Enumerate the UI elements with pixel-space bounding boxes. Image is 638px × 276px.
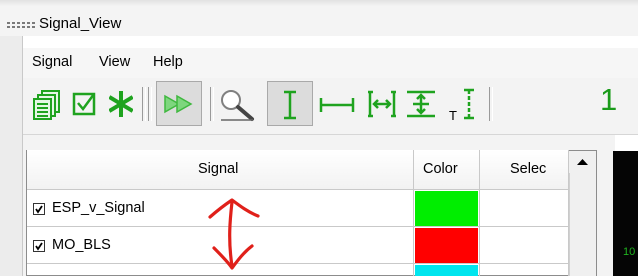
column-header-select[interactable]: Selec bbox=[480, 150, 569, 190]
vertical-cursor-button[interactable] bbox=[267, 81, 313, 126]
window-app-icon bbox=[7, 22, 35, 28]
fit-vertical-icon[interactable] bbox=[405, 89, 437, 119]
signal-plot-panel[interactable]: 10 bbox=[613, 151, 638, 276]
play-forward-icon bbox=[164, 94, 193, 114]
column-header-label: Color bbox=[423, 161, 458, 177]
column-header-color[interactable]: Color bbox=[414, 150, 480, 190]
checkbox-icon[interactable] bbox=[72, 91, 98, 117]
plot-axis-value: 10 bbox=[623, 246, 636, 258]
menu-signal[interactable]: Signal bbox=[32, 54, 72, 70]
column-header-label: Signal bbox=[198, 161, 239, 177]
color-swatch-red bbox=[415, 228, 478, 263]
window-frame-left bbox=[0, 36, 22, 276]
column-header-label: Selec bbox=[510, 161, 547, 177]
color-cell[interactable] bbox=[414, 227, 480, 264]
toolbar-separator bbox=[142, 87, 146, 121]
row-checkbox[interactable] bbox=[33, 240, 45, 252]
color-cell[interactable] bbox=[414, 190, 480, 227]
title-bar: Signal_View bbox=[0, 0, 638, 36]
window-title: Signal_View bbox=[39, 15, 122, 32]
select-cell[interactable] bbox=[480, 264, 569, 276]
fit-horizontal-icon[interactable] bbox=[367, 89, 397, 119]
horizontal-measure-icon[interactable] bbox=[319, 96, 355, 114]
scroll-up-arrow-icon[interactable] bbox=[569, 151, 596, 173]
vertical-cursor-icon bbox=[284, 90, 296, 120]
toolbar: T 1 bbox=[23, 78, 638, 134]
vertical-text-cursor-icon[interactable]: T bbox=[448, 88, 478, 122]
color-swatch-cyan bbox=[415, 265, 478, 276]
signal-name: ESP_v_Signal bbox=[52, 200, 145, 216]
row-checkbox[interactable] bbox=[33, 203, 45, 215]
toolbar-trailing-text: 1 bbox=[600, 82, 618, 117]
column-header-signal[interactable]: Signal bbox=[27, 150, 414, 190]
toolbar-separator bbox=[210, 87, 214, 121]
zoom-icon[interactable] bbox=[219, 88, 255, 122]
toolbar-separator bbox=[148, 87, 152, 121]
color-cell[interactable] bbox=[414, 264, 480, 276]
signal-name: MO_BLS bbox=[52, 237, 111, 253]
asterisk-icon[interactable] bbox=[109, 91, 133, 117]
menu-help[interactable]: Help bbox=[153, 54, 183, 70]
select-cell[interactable] bbox=[480, 227, 569, 264]
menu-view[interactable]: View bbox=[99, 54, 130, 70]
color-swatch-green bbox=[415, 191, 478, 226]
menu-bar: Signal View Help bbox=[23, 48, 638, 78]
toolbar-separator bbox=[489, 87, 493, 121]
select-cell[interactable] bbox=[480, 190, 569, 227]
svg-text:T: T bbox=[449, 108, 457, 122]
window-top-edge bbox=[0, 0, 638, 6]
play-forward-button[interactable] bbox=[156, 81, 202, 126]
double-arrow-annotation-icon bbox=[208, 198, 260, 270]
copy-pages-icon[interactable] bbox=[33, 90, 61, 120]
